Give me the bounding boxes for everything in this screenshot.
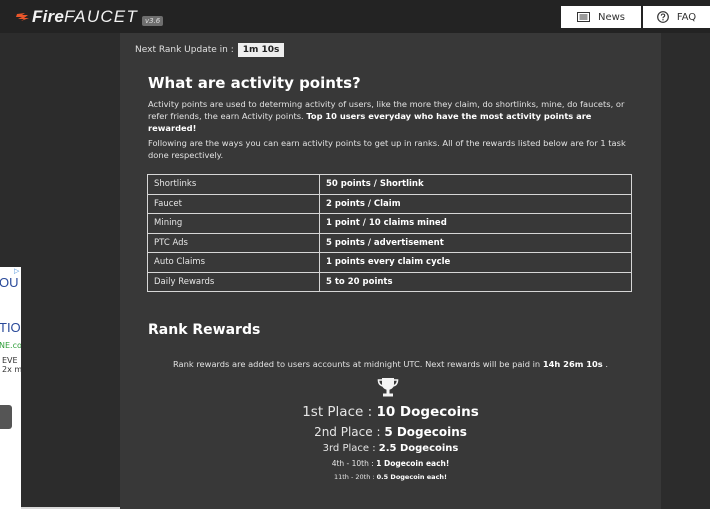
task-name: Daily Rewards [147,271,320,292]
task-name: Shortlinks [147,174,320,195]
news-label: News [597,11,626,23]
ad-text: EVE 2x m [2,356,21,374]
task-reward: 50 points / Shortlink [319,174,632,195]
rank-update-timer: 1m 10s [237,43,285,57]
faq-button[interactable]: FAQ [643,6,710,28]
top-navigation-bar: Fire FAUCET v3.6 News FAQ [0,0,710,33]
table-row: Auto Claims 1 points every claim cycle [147,252,632,273]
rank-update-row: Next Rank Update in : 1m 10s [135,43,285,57]
advertisement-banner[interactable]: ▷ OU TION NE.co EVE2x m [0,267,21,509]
fourth-to-tenth-reward: 4th - 10th : 1 Dogecoin each! [331,459,450,468]
task-name: Faucet [147,193,320,214]
task-reward: 5 to 20 points [319,271,632,292]
second-place-reward: 2nd Place : 5 Dogecoins [314,425,467,439]
ad-cta-button[interactable] [0,405,12,429]
task-reward: 2 points / Claim [319,193,632,214]
rank-rewards-heading: Rank Rewards [148,322,261,338]
ad-choices-icon[interactable]: ▷ [14,267,19,275]
task-name: Mining [147,213,320,234]
flame-icon [16,13,29,21]
faq-label: FAQ [676,11,697,23]
logo-text-faucet: FAUCET [63,7,138,26]
third-place-reward: 3rd Place : 2.5 Dogecoins [322,443,459,454]
task-name: Auto Claims [147,252,320,273]
ad-text: OU [0,275,19,290]
trophy-icon [377,378,399,397]
activity-points-table: Shortlinks 50 points / Shortlink Faucet … [147,174,632,292]
table-row: Faucet 2 points / Claim [147,193,632,214]
newspaper-icon [576,12,590,22]
rank-update-label: Next Rank Update in : [135,45,234,55]
task-reward: 1 point / 10 claims mined [319,213,632,234]
rank-rewards-info: Rank rewards are added to users accounts… [172,359,609,369]
task-reward: 1 points every claim cycle [319,252,632,273]
logo-text-fire: Fire [32,7,64,26]
table-row: Mining 1 point / 10 claims mined [147,213,632,234]
version-badge: v3.6 [141,16,164,26]
table-row: Shortlinks 50 points / Shortlink [147,174,632,195]
first-place-reward: 1st Place : 10 Dogecoins [302,404,479,420]
next-reward-countdown: 14h 26m 10s [542,359,603,369]
ad-text: TION [0,320,21,335]
question-circle-icon [656,11,669,23]
table-row: Daily Rewards 5 to 20 points [147,271,632,292]
task-reward: 5 points / advertisement [319,232,632,253]
activity-points-heading: What are activity points? [148,74,361,92]
activity-ways-description: Following are the ways you can earn acti… [148,138,626,160]
task-name: PTC Ads [147,232,320,253]
activity-description: Activity points are used to determing ac… [148,99,625,133]
ad-text: NE.co [0,341,21,350]
eleventh-to-twentieth-reward: 11th - 20th : 0.5 Dogecoin each! [333,473,448,481]
table-row: PTC Ads 5 points / advertisement [147,232,632,253]
news-button[interactable]: News [561,6,641,28]
site-logo[interactable]: Fire FAUCET v3.6 [16,7,164,27]
